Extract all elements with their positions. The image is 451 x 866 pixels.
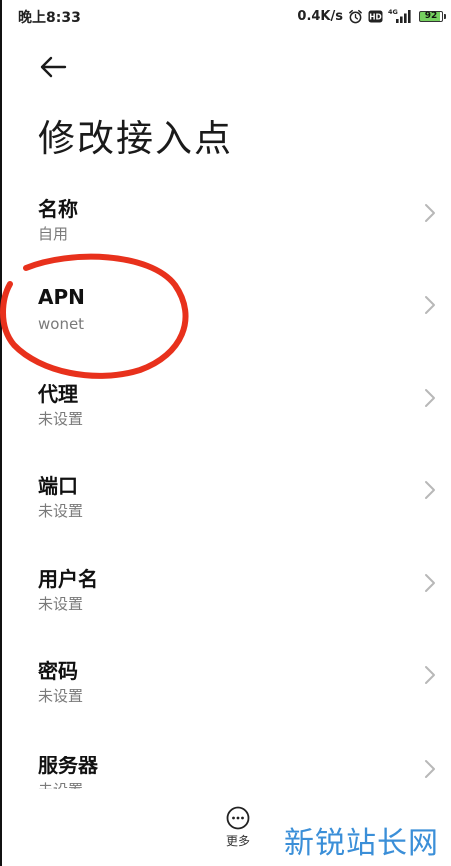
more-dots-icon bbox=[226, 806, 250, 830]
list-item-proxy[interactable]: 代理 未设置 bbox=[0, 378, 451, 458]
more-button[interactable]: 更多 bbox=[216, 806, 260, 858]
watermark: 新锐站长网 bbox=[284, 826, 439, 861]
item-value: 未设置 bbox=[38, 595, 84, 613]
svg-text:HD: HD bbox=[369, 12, 382, 21]
chevron-right-icon bbox=[425, 666, 435, 684]
chevron-right-icon bbox=[425, 389, 435, 407]
more-label: 更多 bbox=[225, 834, 250, 848]
item-label: 端口 bbox=[38, 474, 78, 498]
item-label: 密码 bbox=[38, 659, 78, 683]
list-item-password[interactable]: 密码 未设置 bbox=[0, 655, 451, 735]
network-speed: 0.4K/s bbox=[297, 8, 343, 24]
item-label: 服务器 bbox=[38, 756, 98, 777]
item-value: 未设置 bbox=[38, 687, 84, 705]
svg-text:4G: 4G bbox=[388, 8, 398, 16]
item-value: 未设置 bbox=[38, 502, 84, 520]
chevron-right-icon bbox=[425, 574, 435, 592]
battery-icon: 92 bbox=[419, 10, 446, 22]
item-value: 未设置 bbox=[38, 410, 84, 428]
arrow-left-icon bbox=[40, 56, 67, 78]
chevron-right-icon bbox=[425, 296, 435, 314]
item-label: 名称 bbox=[38, 197, 78, 221]
hd-icon: HD bbox=[368, 10, 383, 23]
item-label: APN bbox=[38, 285, 85, 309]
list-item-port[interactable]: 端口 未设置 bbox=[0, 470, 451, 550]
list-item-apn[interactable]: APN wonet bbox=[0, 285, 451, 365]
4g-signal-icon: 4G bbox=[388, 8, 414, 24]
status-icons: 0.4K/s HD 4G 92 bbox=[297, 6, 446, 26]
alarm-icon bbox=[348, 9, 363, 24]
page-title: 修改接入点 bbox=[38, 117, 233, 160]
item-label: 代理 bbox=[38, 382, 78, 406]
item-value: 自用 bbox=[38, 225, 69, 243]
item-value: 未设置 bbox=[38, 779, 83, 789]
list-item-name[interactable]: 名称 自用 bbox=[0, 193, 451, 273]
battery-level: 92 bbox=[424, 11, 438, 21]
chevron-right-icon bbox=[425, 760, 435, 778]
status-time: 晚上8:33 bbox=[18, 10, 81, 26]
back-button[interactable] bbox=[36, 50, 70, 84]
list-scroll-clip: 服务器 未设置 bbox=[0, 756, 451, 789]
status-bar: 晚上8:33 0.4K/s HD 4G 92 bbox=[0, 0, 451, 34]
list-item-username[interactable]: 用户名 未设置 bbox=[0, 563, 451, 643]
chevron-right-icon bbox=[425, 481, 435, 499]
list-item-server[interactable]: 服务器 未设置 bbox=[0, 756, 451, 789]
chevron-right-icon bbox=[425, 204, 435, 222]
item-label: 用户名 bbox=[38, 567, 98, 591]
item-value: wonet bbox=[38, 315, 85, 333]
